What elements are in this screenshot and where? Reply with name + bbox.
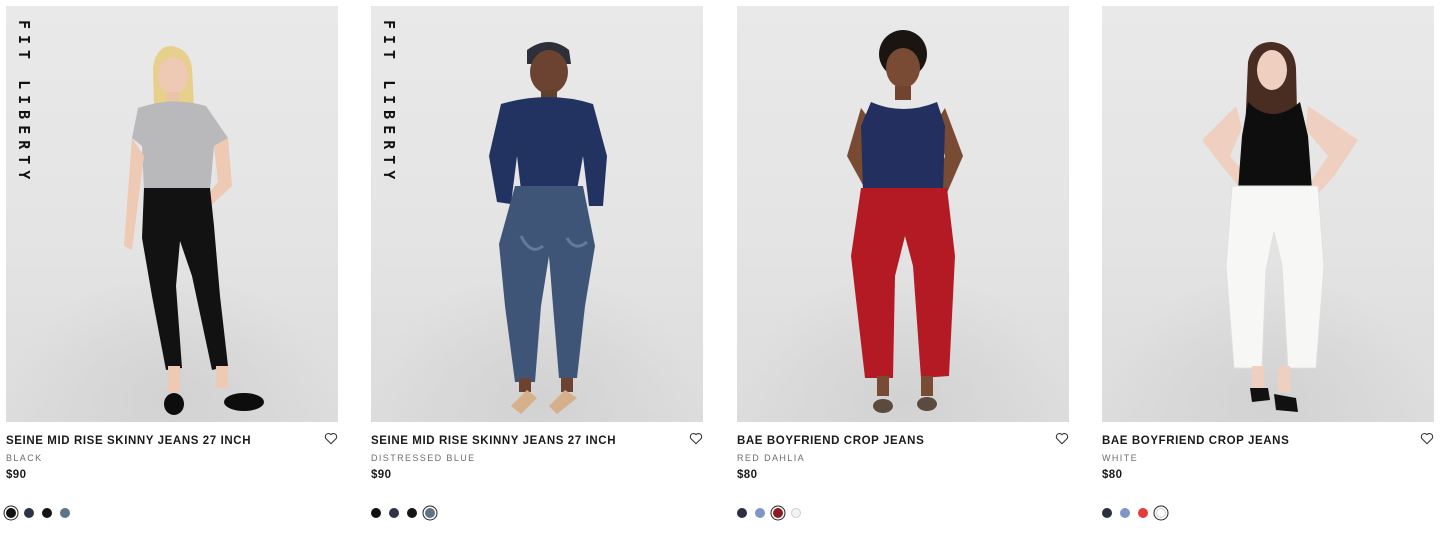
product-card[interactable]: BAE BOYFRIEND CROP JEANS RED DAHLIA $80 (737, 6, 1069, 518)
color-swatch[interactable] (755, 508, 765, 518)
product-info: SEINE MID RISE SKINNY JEANS 27 INCH BLAC… (6, 422, 338, 518)
color-swatch[interactable] (1138, 508, 1148, 518)
color-swatch[interactable] (1102, 508, 1112, 518)
heart-outline-icon[interactable] (1055, 432, 1069, 445)
product-title[interactable]: SEINE MID RISE SKINNY JEANS 27 INCH (6, 435, 338, 447)
color-swatch[interactable] (1120, 508, 1130, 518)
product-image[interactable]: FIT LIBERTY (6, 6, 338, 422)
color-swatch[interactable] (6, 508, 16, 518)
color-swatches (1102, 508, 1434, 518)
color-swatch[interactable] (389, 508, 399, 518)
product-image[interactable] (1102, 6, 1434, 422)
color-swatch[interactable] (1156, 508, 1166, 518)
model-figure (847, 30, 963, 413)
product-price: $80 (737, 469, 758, 481)
product-price: $90 (371, 469, 392, 481)
product-color: BLACK (6, 453, 43, 463)
color-swatch[interactable] (407, 508, 417, 518)
model-figure (1202, 42, 1358, 412)
color-swatch[interactable] (773, 508, 783, 518)
product-card[interactable]: FIT LIBERTY SEINE MID RISE SKINNY JEANS … (371, 6, 703, 518)
heart-outline-icon[interactable] (1420, 432, 1434, 445)
product-price: $90 (6, 469, 27, 481)
product-card[interactable]: BAE BOYFRIEND CROP JEANS WHITE $80 (1102, 6, 1434, 518)
color-swatch[interactable] (42, 508, 52, 518)
color-swatches (371, 508, 703, 518)
model-figure (124, 46, 264, 415)
heart-outline-icon[interactable] (689, 432, 703, 445)
product-color: WHITE (1102, 453, 1138, 463)
color-swatch[interactable] (791, 508, 801, 518)
product-image[interactable] (737, 6, 1069, 422)
color-swatch[interactable] (425, 508, 435, 518)
color-swatches (6, 508, 338, 518)
product-image[interactable]: FIT LIBERTY (371, 6, 703, 422)
product-info: BAE BOYFRIEND CROP JEANS WHITE $80 (1102, 422, 1434, 518)
product-price: $80 (1102, 469, 1123, 481)
color-swatch[interactable] (737, 508, 747, 518)
product-info: SEINE MID RISE SKINNY JEANS 27 INCH DIST… (371, 422, 703, 518)
product-color: DISTRESSED BLUE (371, 453, 476, 463)
product-title[interactable]: BAE BOYFRIEND CROP JEANS (1102, 435, 1434, 447)
color-swatch[interactable] (60, 508, 70, 518)
product-title[interactable]: BAE BOYFRIEND CROP JEANS (737, 435, 1069, 447)
color-swatch[interactable] (24, 508, 34, 518)
fit-liberty-badge: FIT LIBERTY (380, 20, 398, 186)
product-grid: FIT LIBERTY SEINE MID RISE SKINNY JEANS … (0, 0, 1440, 540)
product-info: BAE BOYFRIEND CROP JEANS RED DAHLIA $80 (737, 422, 1069, 518)
color-swatches (737, 508, 1069, 518)
model-figure (489, 42, 607, 414)
product-card[interactable]: FIT LIBERTY SEINE MID RISE SKINNY JEANS … (6, 6, 338, 518)
heart-outline-icon[interactable] (324, 432, 338, 445)
color-swatch[interactable] (371, 508, 381, 518)
product-color: RED DAHLIA (737, 453, 806, 463)
fit-liberty-badge: FIT LIBERTY (15, 20, 33, 186)
product-title[interactable]: SEINE MID RISE SKINNY JEANS 27 INCH (371, 435, 703, 447)
